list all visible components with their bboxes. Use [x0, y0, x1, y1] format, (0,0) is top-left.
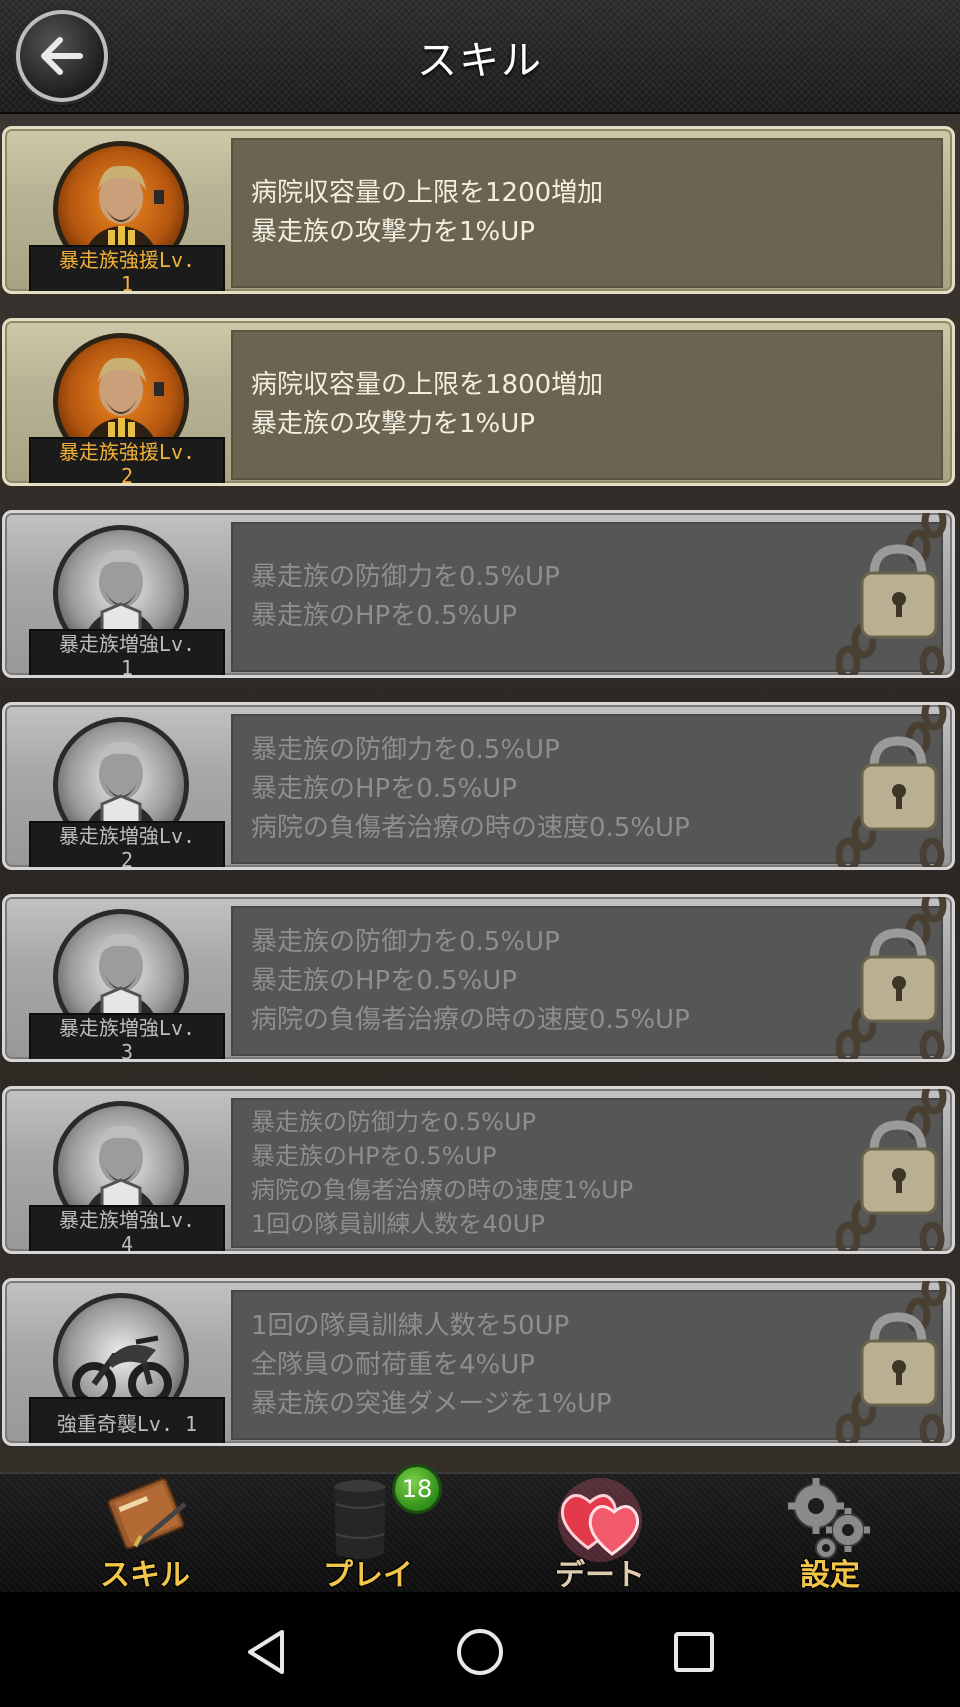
nav-date[interactable]: デート	[500, 1474, 700, 1594]
square-recents-icon	[674, 1632, 714, 1672]
skill-card[interactable]: 暴走族強援Lv. 2 病院収容量の上限を1800増加 暴走族の攻撃力を1%UP	[2, 318, 955, 486]
nav-settings[interactable]: 設定	[730, 1474, 930, 1594]
skill-level-label: 暴走族増強Lv. 3	[29, 1013, 225, 1059]
skill-card[interactable]: 暴走族増強Lv. 4 暴走族の防御力を0.5%UP 暴走族のHPを0.5%UP …	[2, 1086, 955, 1254]
skill-description: 暴走族の防御力を0.5%UP 暴走族のHPを0.5%UP 病院の負傷者治療の時の…	[231, 1098, 943, 1248]
skill-card[interactable]: 強重奇襲Lv. 1 1回の隊員訓練人数を50UP 全隊員の耐荷重を4%UP 暴走…	[2, 1278, 955, 1446]
triangle-back-icon	[248, 1630, 284, 1674]
skill-card[interactable]: 暴走族増強Lv. 2 暴走族の防御力を0.5%UP 暴走族のHPを0.5%UP …	[2, 702, 955, 870]
skill-level-label: 暴走族増強Lv. 2	[29, 821, 225, 867]
skill-card[interactable]: 暴走族増強Lv. 3 暴走族の防御力を0.5%UP 暴走族のHPを0.5%UP …	[2, 894, 955, 1062]
skill-card[interactable]: 暴走族増強Lv. 1 暴走族の防御力を0.5%UP 暴走族のHPを0.5%UP	[2, 510, 955, 678]
skill-level-label: 暴走族強援Lv. 1	[29, 245, 225, 291]
header: スキル	[0, 0, 960, 115]
notebook-pen-icon	[107, 1478, 187, 1550]
page-title: スキル	[417, 38, 543, 84]
skill-description: 暴走族の防御力を0.5%UP 暴走族のHPを0.5%UP 病院の負傷者治療の時の…	[231, 906, 943, 1056]
skill-description: 1回の隊員訓練人数を50UP 全隊員の耐荷重を4%UP 暴走族の突進ダメージを1…	[231, 1290, 943, 1440]
bottom-nav: スキル プレイ デート 設定	[0, 1472, 960, 1594]
circle-home-icon	[457, 1629, 503, 1675]
nav-label: デート	[555, 1558, 645, 1593]
nav-label: スキル	[100, 1558, 190, 1593]
notification-badge: 18	[392, 1464, 442, 1514]
skill-description: 暴走族の防御力を0.5%UP 暴走族のHPを0.5%UP	[231, 522, 943, 672]
skill-level-label: 暴走族増強Lv. 1	[29, 629, 225, 675]
system-home-button[interactable]	[450, 1622, 510, 1682]
nav-label: プレイ	[323, 1558, 413, 1593]
system-nav-bar	[0, 1592, 960, 1707]
system-back-button[interactable]	[236, 1622, 296, 1682]
skill-level-label: 暴走族強援Lv. 2	[29, 437, 225, 483]
skill-description: 暴走族の防御力を0.5%UP 暴走族のHPを0.5%UP 病院の負傷者治療の時の…	[231, 714, 943, 864]
nav-label: 設定	[800, 1558, 860, 1593]
skill-description: 病院収容量の上限を1200増加 暴走族の攻撃力を1%UP	[231, 138, 943, 288]
skill-list: 暴走族強援Lv. 1 病院収容量の上限を1200増加 暴走族の攻撃力を1%UP …	[0, 114, 960, 1472]
nav-skill[interactable]: スキル	[45, 1474, 245, 1594]
skill-description: 病院収容量の上限を1800増加 暴走族の攻撃力を1%UP	[231, 330, 943, 480]
skill-level-label: 強重奇襲Lv. 1	[29, 1397, 225, 1443]
skill-card[interactable]: 暴走族強援Lv. 1 病院収容量の上限を1200増加 暴走族の攻撃力を1%UP	[2, 126, 955, 294]
system-recents-button[interactable]	[664, 1622, 724, 1682]
skill-level-label: 暴走族増強Lv. 4	[29, 1205, 225, 1251]
